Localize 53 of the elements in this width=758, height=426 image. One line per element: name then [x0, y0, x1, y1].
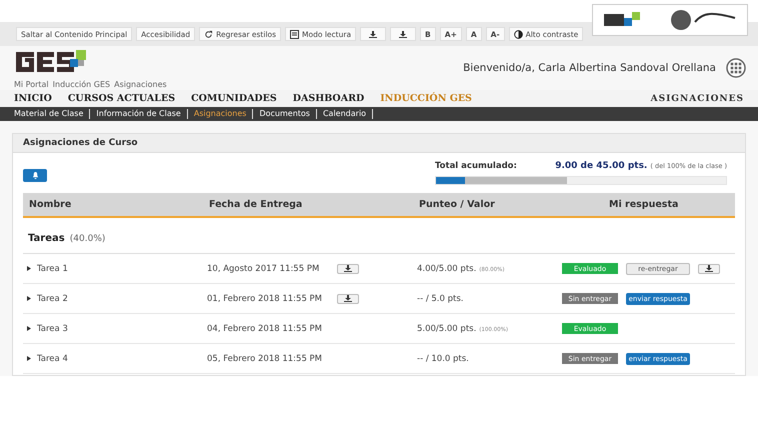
column-header: Nombre — [29, 199, 72, 210]
bell-icon — [32, 172, 38, 179]
due-date: 04, Febrero 2018 11:55 PM — [207, 324, 324, 334]
contrast-icon — [514, 30, 523, 38]
reading-icon — [290, 30, 300, 38]
notification-button[interactable] — [23, 169, 47, 182]
download-icon — [705, 265, 713, 272]
caret-icon — [27, 266, 31, 271]
download-icon — [369, 30, 378, 38]
assignment-name[interactable]: Tarea 4 — [27, 354, 207, 364]
caret-icon — [27, 356, 31, 361]
due-date: 01, Febrero 2018 11:55 PM — [207, 294, 324, 304]
welcome-text: Bienvenido/a, Carla Albertina Sandoval Orellana — [463, 62, 716, 74]
subnav-link[interactable]: Calendario — [316, 109, 374, 119]
download-icon — [344, 265, 352, 272]
score: -- / 10.0 pts. — [417, 354, 470, 364]
subnav-link[interactable]: Asignaciones — [188, 109, 254, 119]
assignment-name[interactable]: Tarea 2 — [27, 294, 207, 304]
nav-tab[interactable]: COMUNIDADES — [191, 93, 277, 104]
column-header: Punteo / Valor — [419, 199, 496, 210]
breadcrumb-link[interactable]: Asignaciones — [114, 80, 167, 88]
caret-icon — [27, 296, 31, 301]
nav-tab[interactable]: CURSOS ACTUALES — [68, 93, 176, 104]
subnav-link[interactable]: Material de Clase — [8, 109, 90, 119]
total-label: Total acumulado: — [435, 161, 517, 171]
download-button[interactable] — [337, 264, 359, 274]
nav-tab[interactable]: DASHBOARD — [292, 93, 364, 104]
download-button[interactable] — [337, 294, 359, 304]
assignment-name[interactable]: Tarea 3 — [27, 324, 207, 334]
toolbar-button[interactable] — [390, 27, 416, 41]
column-header: Mi respuesta — [609, 199, 680, 210]
caret-icon — [27, 326, 31, 331]
panel-title: Asignaciones de Curso — [13, 134, 745, 153]
column-header: Fecha de Entrega — [209, 199, 304, 210]
group-name: Tareas — [28, 233, 65, 244]
breadcrumb-link[interactable]: Inducción GES — [52, 80, 110, 88]
nav-tab[interactable]: INICIO — [14, 93, 52, 104]
due-date: 10, Agosto 2017 11:55 PM — [207, 264, 320, 274]
section-title: ASIGNACIONES — [650, 94, 744, 104]
assignment-name[interactable]: Tarea 1 — [27, 264, 207, 274]
subnav-link[interactable]: Documentos — [253, 109, 317, 119]
total-value: 9.00 de 45.00 pts. — [555, 161, 648, 171]
download-icon — [344, 295, 352, 302]
subnav-link[interactable]: Información de Clase — [90, 109, 188, 119]
group-weight: (40.0%) — [70, 234, 106, 244]
apps-grid-icon[interactable] — [726, 58, 746, 78]
score: -- / 5.0 pts. — [417, 294, 464, 304]
due-date: 05, Febrero 2018 11:55 PM — [207, 354, 324, 364]
toolbar-button[interactable] — [360, 27, 386, 41]
download-button[interactable] — [698, 264, 720, 274]
refresh-icon — [204, 30, 214, 38]
tray-arrow-icon — [399, 30, 408, 38]
breadcrumb-link[interactable]: Mi Portal — [14, 80, 49, 88]
